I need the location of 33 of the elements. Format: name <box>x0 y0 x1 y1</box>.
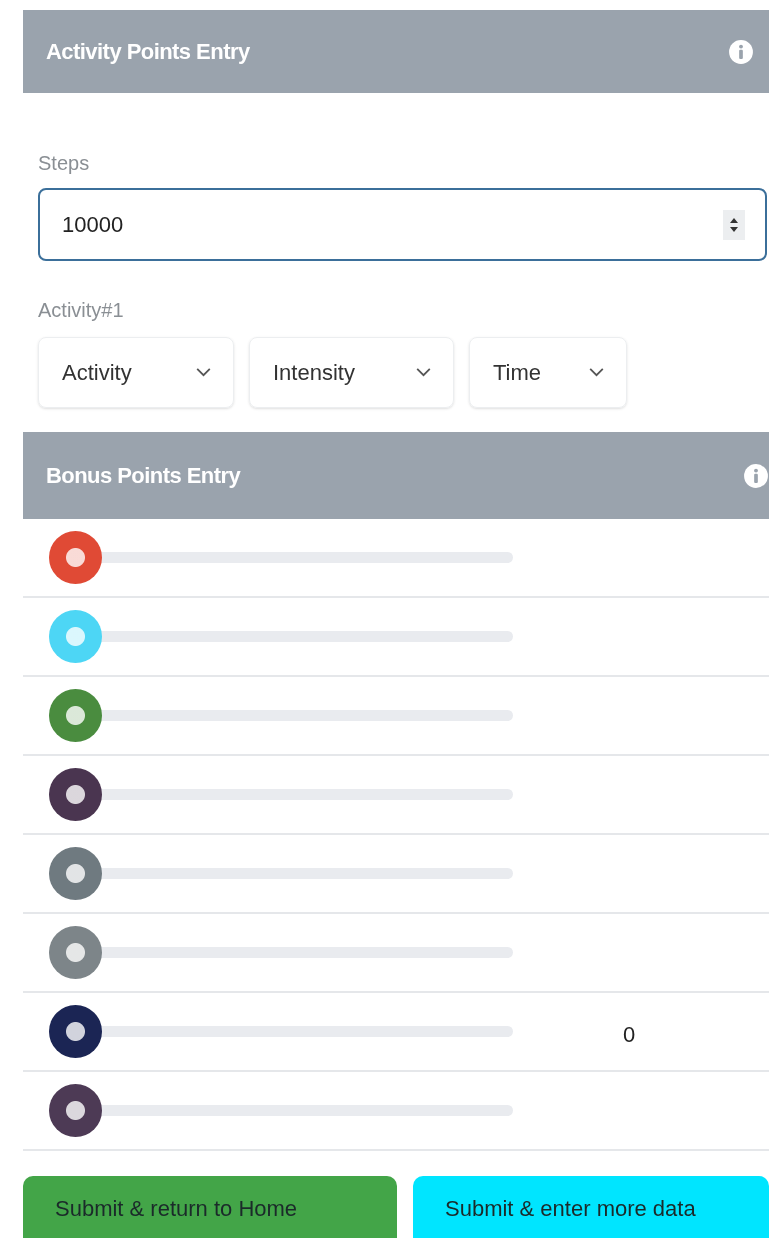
slider-thumb[interactable] <box>49 1084 102 1137</box>
dropdown[interactable]: Activity <box>38 337 234 408</box>
steps-input-field[interactable]: 10000 <box>38 188 767 261</box>
submit-button[interactable]: Submit & enter more data <box>413 1176 769 1238</box>
chevron-down-icon <box>589 368 604 377</box>
chevron-down-icon <box>416 368 431 377</box>
info-icon[interactable] <box>743 462 769 489</box>
slider-thumb[interactable] <box>49 1005 102 1058</box>
submit-button[interactable]: Submit & return to Home <box>23 1176 397 1238</box>
info-icon[interactable] <box>728 38 754 65</box>
slider[interactable] <box>49 768 513 821</box>
slider[interactable] <box>49 926 513 979</box>
slider[interactable] <box>49 1084 513 1137</box>
slider-value: 0 <box>623 1021 636 1049</box>
slider[interactable] <box>49 610 513 663</box>
slider[interactable] <box>49 1005 513 1058</box>
slider-thumb[interactable] <box>49 847 102 900</box>
dropdown[interactable]: Intensity <box>249 337 454 408</box>
slider-thumb[interactable] <box>49 531 102 584</box>
slider-thumb[interactable] <box>49 926 102 979</box>
slider[interactable] <box>49 531 513 584</box>
spinner-icon[interactable] <box>723 209 745 240</box>
field-label: Steps <box>38 151 91 176</box>
dropdown[interactable]: Time <box>469 337 627 408</box>
section-title: Activity Points Entry <box>46 38 250 66</box>
slider[interactable] <box>49 689 513 742</box>
slider-thumb[interactable] <box>49 610 102 663</box>
field-label: Activity#1 <box>38 298 125 323</box>
section-title: Bonus Points Entry <box>46 462 241 490</box>
slider-thumb[interactable] <box>49 768 102 821</box>
chevron-down-icon <box>196 368 211 377</box>
slider-thumb[interactable] <box>49 689 102 742</box>
slider[interactable] <box>49 847 513 900</box>
